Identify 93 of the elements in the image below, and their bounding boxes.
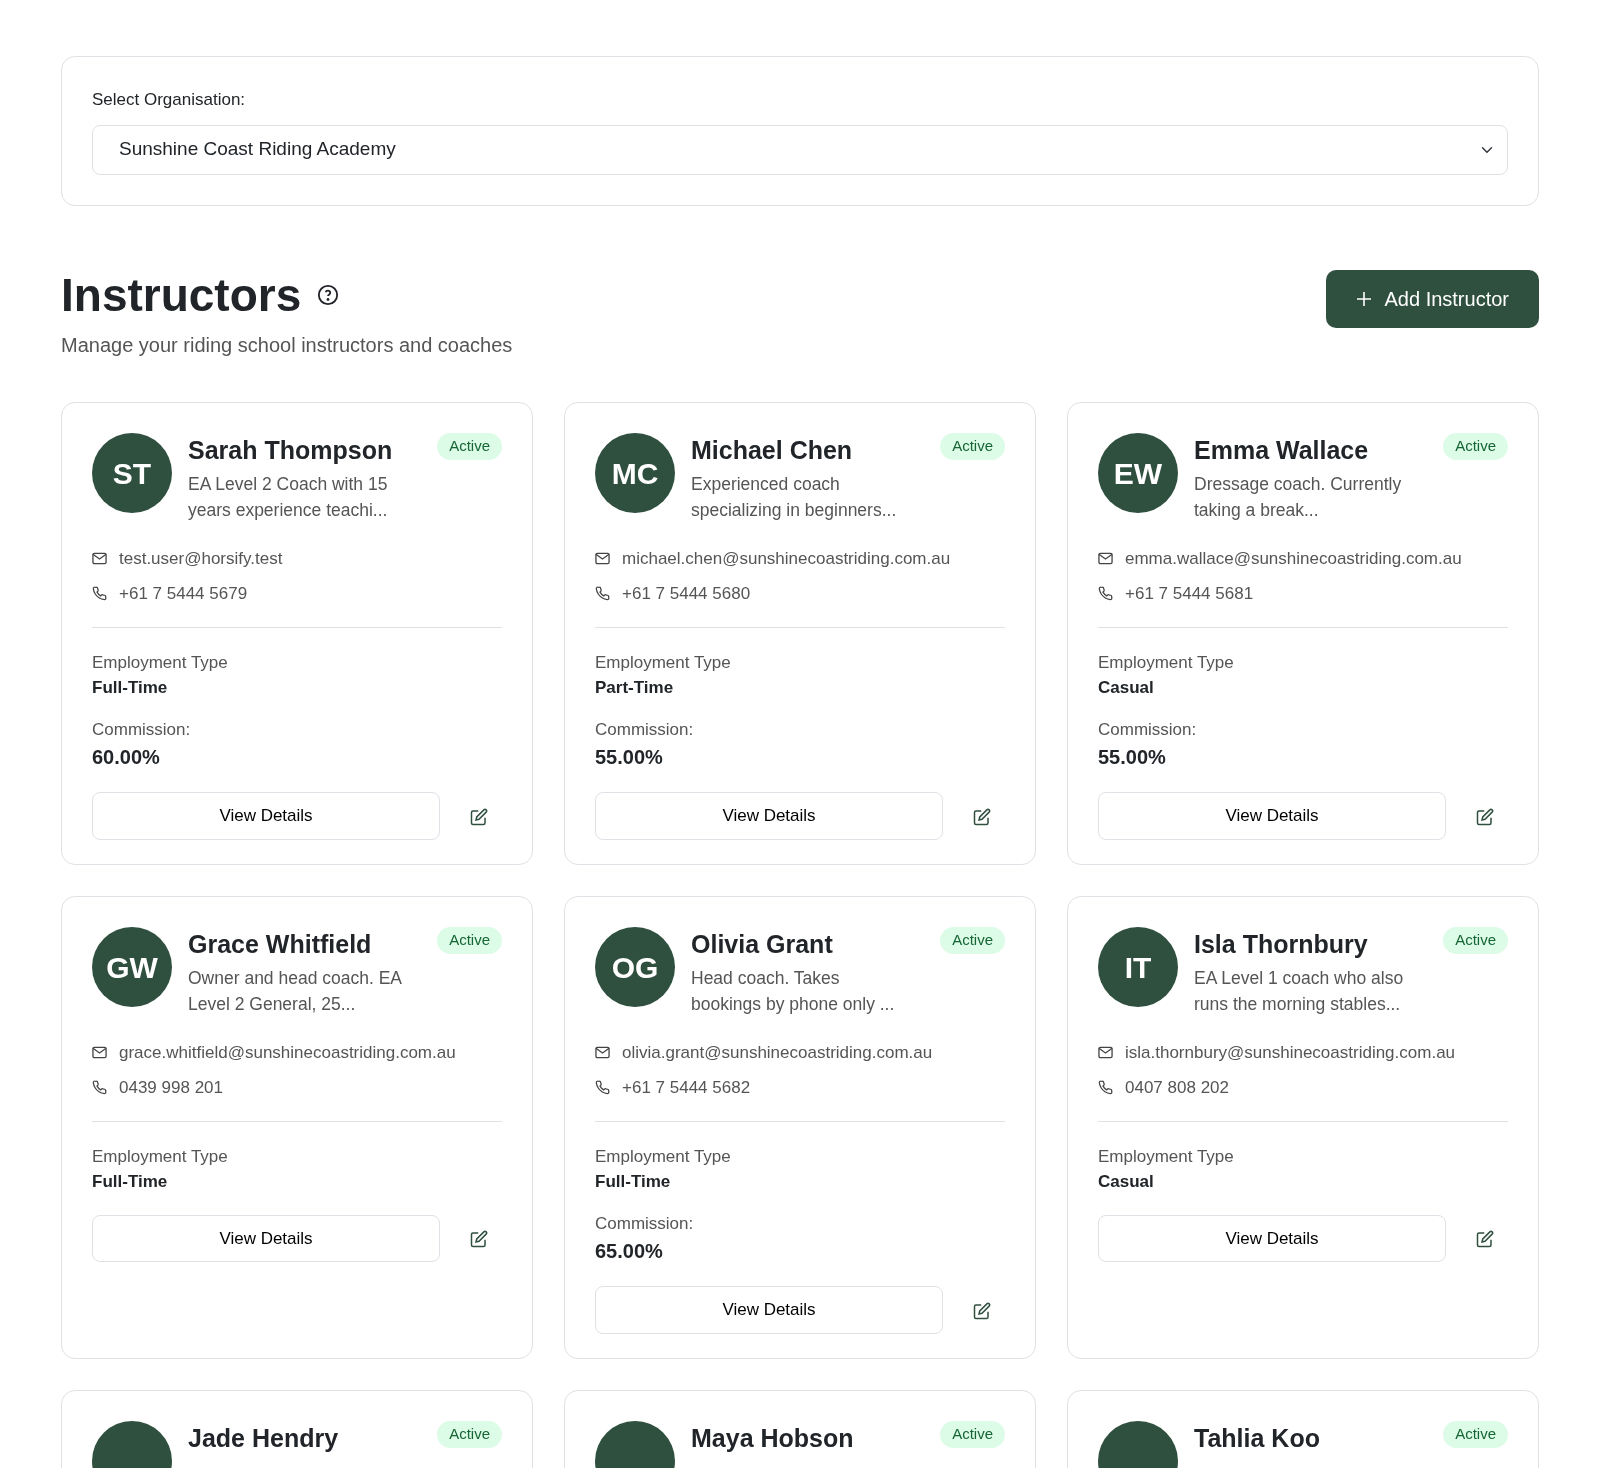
commission-value: 55.00% <box>1098 745 1167 771</box>
instructor-description: Head coach. Takes bookings by phone only ... <box>691 967 896 1017</box>
email-text: isla.thornbury@sunshinecoastriding.com.au <box>1125 1041 1456 1064</box>
employment-type-label: Employment Type <box>595 651 732 674</box>
instructor-name: Sarah Thompson <box>188 435 394 466</box>
organisation-label: Select Organisation: <box>92 89 247 111</box>
instructor-name: Jade Hendry <box>188 1423 340 1454</box>
help-icon[interactable] <box>317 283 340 306</box>
mail-icon <box>595 1045 610 1059</box>
edit-icon <box>973 807 991 826</box>
edit-icon <box>470 807 488 826</box>
commission-label: Commission: <box>1098 718 1198 741</box>
instructor-name: Isla Thornbury <box>1194 929 1369 960</box>
mail-icon <box>92 1045 107 1059</box>
phone-icon <box>595 1080 610 1096</box>
status-badge: Active <box>437 927 502 954</box>
mail-icon <box>1098 1045 1113 1059</box>
employment-type-label: Employment Type <box>1098 651 1235 674</box>
instructor-name: Grace Whitfield <box>188 929 373 960</box>
view-details-button[interactable]: View Details <box>1098 1214 1446 1263</box>
employment-type-label: Employment Type <box>92 1145 229 1168</box>
commission-value: 60.00% <box>92 745 161 771</box>
employment-type-value: Casual <box>1098 677 1155 700</box>
status-badge: Active <box>437 1421 502 1448</box>
instructor-name: Tahlia Koo <box>1194 1423 1321 1454</box>
employment-type-value: Full-Time <box>92 1171 169 1194</box>
status-badge: Active <box>1443 433 1508 460</box>
phone-text: +61 7 5444 5679 <box>119 583 248 606</box>
view-details-button[interactable]: View Details <box>595 1286 943 1334</box>
email-text: grace.whitfield@sunshinecoastriding.com.au <box>119 1041 456 1064</box>
avatar: IT <box>1098 927 1178 1008</box>
email-text: olivia.grant@sunshinecoastriding.com.au <box>622 1041 933 1064</box>
instructor-description: Experienced coach specializing in beginners... <box>691 473 898 523</box>
email-text: test.user@horsify.test <box>119 547 283 570</box>
avatar: GW <box>92 927 172 1008</box>
view-details-button[interactable]: View Details <box>92 792 440 840</box>
instructor-name: Olivia Grant <box>691 929 834 960</box>
commission-label: Commission: <box>595 718 695 741</box>
edit-icon <box>470 1230 488 1249</box>
view-details-button[interactable]: View Details <box>595 792 943 840</box>
edit-icon <box>1476 807 1494 826</box>
avatar: EW <box>1098 433 1178 514</box>
phone-icon <box>1098 1080 1113 1096</box>
status-badge: Active <box>1443 927 1508 954</box>
organisation-select[interactable]: Sunshine Coast Riding Academy <box>92 124 1508 175</box>
view-details-button[interactable]: View Details <box>1098 792 1446 840</box>
mail-icon <box>92 551 107 565</box>
view-details-button[interactable]: View Details <box>92 1214 440 1263</box>
phone-text: +61 7 5444 5680 <box>622 583 751 606</box>
commission-value: 65.00% <box>595 1239 664 1265</box>
instructor-name: Michael Chen <box>691 435 854 466</box>
status-badge: Active <box>940 927 1005 954</box>
status-badge: Active <box>437 433 502 460</box>
page-title: Instructors <box>61 269 302 321</box>
commission-label: Commission: <box>92 718 192 741</box>
phone-text: 0407 808 202 <box>1125 1077 1229 1100</box>
phone-text: 0439 998 201 <box>119 1077 223 1100</box>
page-subtitle: Manage your riding school instructors and coaches <box>61 333 513 359</box>
employment-type-value: Full-Time <box>595 1171 672 1194</box>
add-instructor-button[interactable]: Add Instructor <box>1326 269 1539 328</box>
status-badge: Active <box>1443 1421 1508 1448</box>
instructor-name: Emma Wallace <box>1194 435 1370 466</box>
employment-type-value: Part-Time <box>595 677 675 700</box>
edit-icon <box>1476 1230 1494 1249</box>
commission-label: Commission: <box>595 1212 695 1235</box>
commission-value: 55.00% <box>595 745 664 771</box>
plus-icon <box>1356 290 1373 307</box>
avatar: ST <box>92 433 172 514</box>
status-badge: Active <box>940 433 1005 460</box>
phone-text: +61 7 5444 5682 <box>622 1077 751 1100</box>
email-text: emma.wallace@sunshinecoastriding.com.au <box>1125 547 1462 570</box>
mail-icon <box>595 551 610 565</box>
phone-text: +61 7 5444 5681 <box>1125 583 1254 606</box>
phone-icon <box>595 586 610 602</box>
avatar: MC <box>595 433 675 514</box>
employment-type-label: Employment Type <box>1098 1145 1235 1168</box>
email-text: michael.chen@sunshinecoastriding.com.au <box>622 547 951 570</box>
instructor-name: Maya Hobson <box>691 1423 855 1454</box>
edit-icon <box>973 1301 991 1320</box>
instructor-description: Dressage coach. Currently taking a break... <box>1194 473 1403 523</box>
phone-icon <box>92 586 107 602</box>
phone-icon <box>1098 586 1113 602</box>
instructor-description: Owner and head coach. EA Level 2 General, 25... <box>188 967 403 1017</box>
mail-icon <box>1098 551 1113 565</box>
instructor-description: EA Level 1 coach who also runs the morning stables... <box>1194 967 1405 1017</box>
avatar: OG <box>595 927 675 1008</box>
employment-type-label: Employment Type <box>595 1145 732 1168</box>
employment-type-label: Employment Type <box>92 651 229 674</box>
employment-type-value: Casual <box>1098 1171 1155 1194</box>
status-badge: Active <box>940 1421 1005 1448</box>
instructor-description: EA Level 2 Coach with 15 years experience teachi... <box>188 473 389 523</box>
phone-icon <box>92 1080 107 1096</box>
employment-type-value: Full-Time <box>92 677 169 700</box>
